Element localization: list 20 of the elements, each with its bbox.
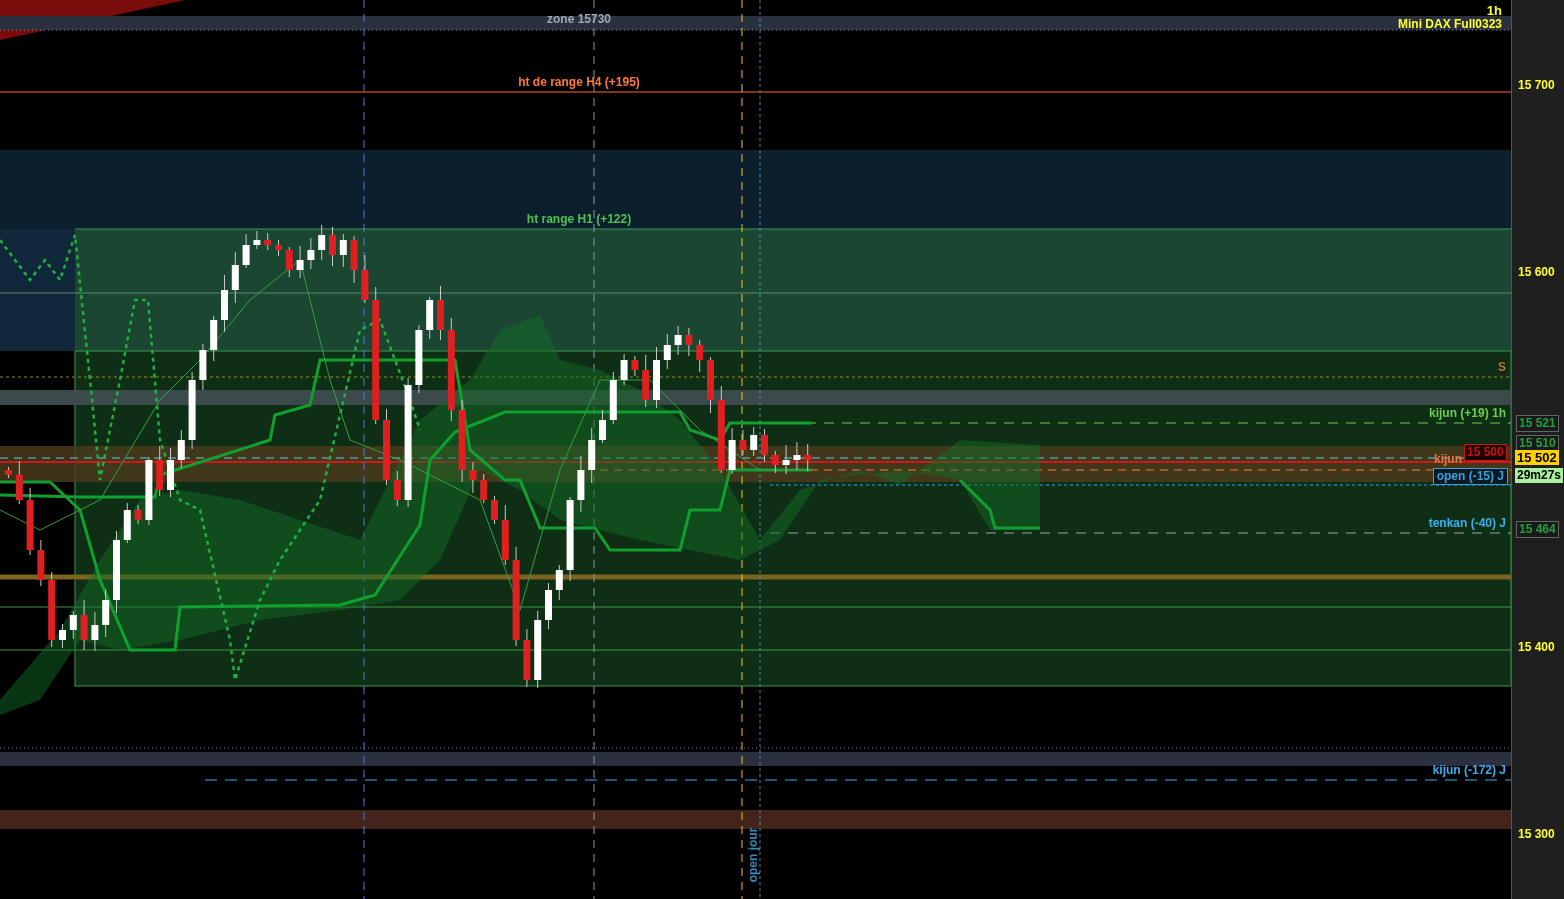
level-label: kijun (-172) J bbox=[1432, 763, 1506, 777]
level-label: ht de range H4 (+195) bbox=[518, 75, 640, 89]
level-label: tenkan (-40) J bbox=[1428, 516, 1506, 530]
price-label: 15 300 bbox=[1518, 827, 1555, 841]
price-tag: 15 464 bbox=[1516, 521, 1559, 538]
level-label: kijun (+19) 1h bbox=[1428, 406, 1506, 420]
price-tag: 15 521 bbox=[1516, 415, 1559, 432]
price-tag: 15 502 bbox=[1515, 450, 1559, 465]
level-label: S bbox=[1498, 360, 1506, 374]
open-day-label: open jour bbox=[746, 827, 761, 883]
instrument-label: Mini DAX Full0323 bbox=[1397, 17, 1502, 31]
price-label: 15 600 bbox=[1518, 265, 1555, 279]
level-label: zone 15730 bbox=[547, 12, 611, 26]
price-label: 15 400 bbox=[1518, 640, 1555, 654]
price-label: 15 700 bbox=[1518, 78, 1555, 92]
price-tag: 29m27s bbox=[1515, 468, 1564, 483]
level-label: ht range H1 (+122) bbox=[526, 212, 632, 226]
timeframe-label: 1h bbox=[1486, 3, 1502, 18]
level-label: open (-15) J bbox=[1432, 468, 1508, 485]
price-tag: 15 500 bbox=[1464, 444, 1507, 461]
